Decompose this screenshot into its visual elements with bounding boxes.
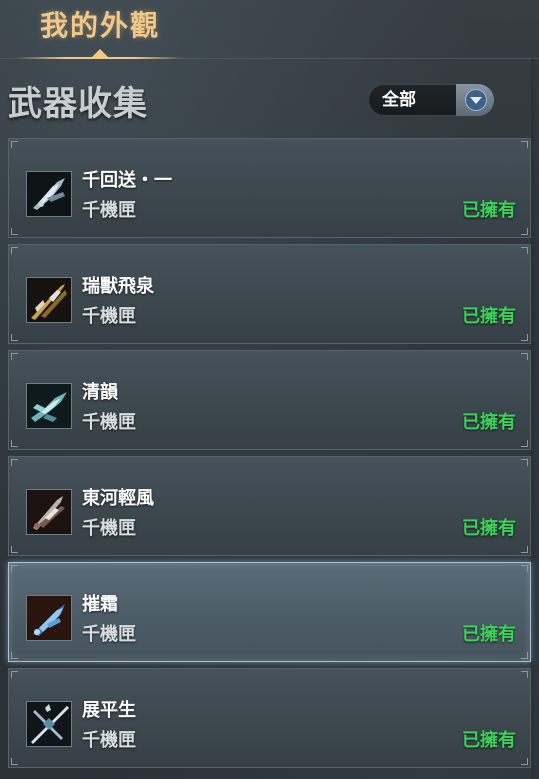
card-corner-ornament — [521, 459, 528, 466]
card-corner-ornament — [521, 228, 528, 235]
weapon-card[interactable]: 清韻 千機匣 已擁有 — [8, 350, 531, 450]
card-corner-ornament — [521, 546, 528, 553]
weapon-card[interactable]: 東河輕風 千機匣 已擁有 — [8, 456, 531, 556]
weapon-name: 瑞獸飛泉 — [82, 276, 154, 297]
weapon-thumbnail-icon — [26, 171, 72, 217]
weapon-card[interactable]: 千回送・一 千機匣 已擁有 — [8, 138, 531, 238]
card-corner-ornament — [521, 334, 528, 341]
filter-selected-value: 全部 — [382, 90, 416, 110]
card-corner-ornament — [11, 353, 18, 360]
weapon-thumbnail-icon — [26, 383, 72, 429]
card-corner-ornament — [11, 546, 18, 553]
owned-status: 已擁有 — [462, 412, 516, 433]
card-corner-ornament — [11, 671, 18, 678]
owned-status: 已擁有 — [462, 306, 516, 327]
owned-status: 已擁有 — [462, 518, 516, 539]
card-corner-ornament — [521, 758, 528, 765]
tab-my-appearance[interactable]: 我的外觀 — [16, 4, 184, 59]
card-corner-ornament — [11, 334, 18, 341]
weapon-category: 千機匣 — [82, 412, 136, 433]
card-corner-ornament — [11, 459, 18, 466]
tab-active-underline — [16, 57, 184, 59]
chevron-down-icon — [465, 89, 487, 111]
weapon-category: 千機匣 — [82, 730, 136, 751]
section-title: 武器收集 — [8, 84, 148, 124]
tab-bar: 我的外觀 — [0, 0, 539, 59]
card-corner-ornament — [11, 652, 18, 659]
card-corner-ornament — [11, 247, 18, 254]
weapon-card[interactable]: 瑞獸飛泉 千機匣 已擁有 — [8, 244, 531, 344]
weapon-thumbnail-icon — [26, 701, 72, 747]
weapon-thumbnail-icon — [26, 277, 72, 323]
card-corner-ornament — [521, 141, 528, 148]
weapon-name: 千回送・一 — [82, 170, 172, 191]
weapon-category: 千機匣 — [82, 624, 136, 645]
wardrobe-panel: 我的外觀 武器收集 全部 千回送・一 千機匣 已擁有 瑞獸飛泉 千機匣 已擁有 … — [0, 0, 539, 779]
weapon-card[interactable]: 展平生 千機匣 已擁有 — [8, 668, 531, 768]
card-corner-ornament — [11, 565, 18, 572]
owned-status: 已擁有 — [462, 200, 516, 221]
tab-active-caret-icon — [92, 49, 108, 57]
card-corner-ornament — [11, 440, 18, 447]
card-corner-ornament — [11, 228, 18, 235]
card-corner-ornament — [521, 247, 528, 254]
weapon-category: 千機匣 — [82, 200, 136, 221]
weapon-name: 摧霜 — [82, 594, 118, 615]
weapon-thumbnail-icon — [26, 595, 72, 641]
weapon-name: 展平生 — [82, 700, 136, 721]
weapon-name: 東河輕風 — [82, 488, 154, 509]
weapon-card-selected[interactable]: 摧霜 千機匣 已擁有 — [8, 562, 531, 662]
weapon-category: 千機匣 — [82, 518, 136, 539]
owned-status: 已擁有 — [462, 730, 516, 751]
weapon-category: 千機匣 — [82, 306, 136, 327]
tab-label: 我的外觀 — [39, 9, 160, 42]
card-corner-ornament — [521, 652, 528, 659]
card-corner-ornament — [521, 565, 528, 572]
weapon-name: 清韻 — [82, 382, 118, 403]
filter-dropdown-button[interactable] — [456, 84, 494, 116]
card-corner-ornament — [11, 141, 18, 148]
filter-dropdown[interactable]: 全部 — [368, 84, 494, 116]
owned-status: 已擁有 — [462, 624, 516, 645]
card-corner-ornament — [521, 353, 528, 360]
card-corner-ornament — [11, 758, 18, 765]
weapon-thumbnail-icon — [26, 489, 72, 535]
card-corner-ornament — [521, 440, 528, 447]
list-scroll-edge — [531, 58, 539, 779]
card-corner-ornament — [521, 671, 528, 678]
